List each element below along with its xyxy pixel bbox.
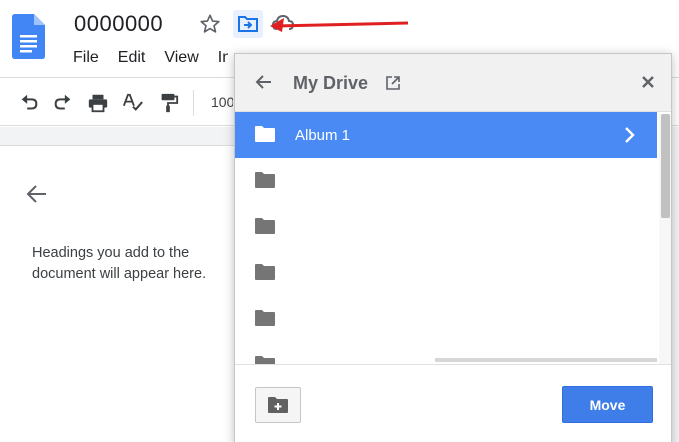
- document-outline-panel: Headings you add to the document will ap…: [0, 145, 250, 442]
- folder-name: Album 1: [295, 127, 351, 144]
- print-icon[interactable]: [87, 92, 109, 114]
- outline-hint-text: Headings you add to the document will ap…: [32, 245, 207, 282]
- folder-icon: [255, 356, 275, 364]
- back-arrow-icon[interactable]: [254, 72, 274, 92]
- paint-format-icon[interactable]: [157, 92, 179, 114]
- folder-list: Album 1: [235, 112, 657, 364]
- move-to-folder-icon: [238, 16, 258, 32]
- new-folder-icon: [268, 397, 288, 413]
- zoom-select[interactable]: 100%: [211, 94, 233, 110]
- undo-icon[interactable]: [18, 92, 40, 114]
- folder-row[interactable]: [235, 204, 657, 250]
- folder-row[interactable]: [235, 250, 657, 296]
- horizontal-scrollbar[interactable]: [435, 358, 657, 362]
- spellcheck-icon[interactable]: [122, 92, 144, 114]
- menu-file[interactable]: File: [73, 48, 99, 68]
- back-arrow-icon[interactable]: [25, 182, 49, 206]
- move-dialog: My Drive Album 1 Move: [234, 53, 672, 442]
- document-title[interactable]: 0000000: [74, 11, 163, 37]
- folder-icon: [255, 218, 275, 234]
- folder-icon: [255, 172, 275, 188]
- docs-icon[interactable]: [12, 14, 45, 59]
- folder-row[interactable]: Album 1: [235, 112, 657, 158]
- scrollbar-thumb[interactable]: [661, 114, 670, 218]
- chevron-right-icon[interactable]: [624, 126, 636, 144]
- menu-bar: File Edit View Insert: [73, 48, 228, 68]
- move-button[interactable]: Move: [562, 386, 653, 423]
- toolbar-divider: [193, 90, 194, 116]
- folder-icon: [255, 310, 275, 326]
- redo-icon[interactable]: [52, 92, 74, 114]
- folder-row[interactable]: [235, 158, 657, 204]
- dialog-footer: Move: [235, 364, 671, 442]
- new-folder-button[interactable]: [255, 387, 301, 423]
- close-icon[interactable]: [639, 73, 657, 91]
- folder-icon: [255, 264, 275, 280]
- star-icon[interactable]: [199, 13, 221, 35]
- menu-view[interactable]: View: [164, 48, 198, 68]
- folder-row[interactable]: [235, 296, 657, 342]
- move-to-folder-button[interactable]: [233, 10, 263, 38]
- dialog-title: My Drive: [293, 73, 369, 93]
- menu-edit[interactable]: Edit: [118, 48, 146, 68]
- dialog-header: My Drive: [235, 54, 671, 112]
- annotation-arrow: [270, 18, 409, 32]
- folder-icon: [255, 126, 275, 142]
- open-in-new-icon[interactable]: [386, 76, 400, 90]
- menu-insert[interactable]: Insert: [218, 48, 228, 68]
